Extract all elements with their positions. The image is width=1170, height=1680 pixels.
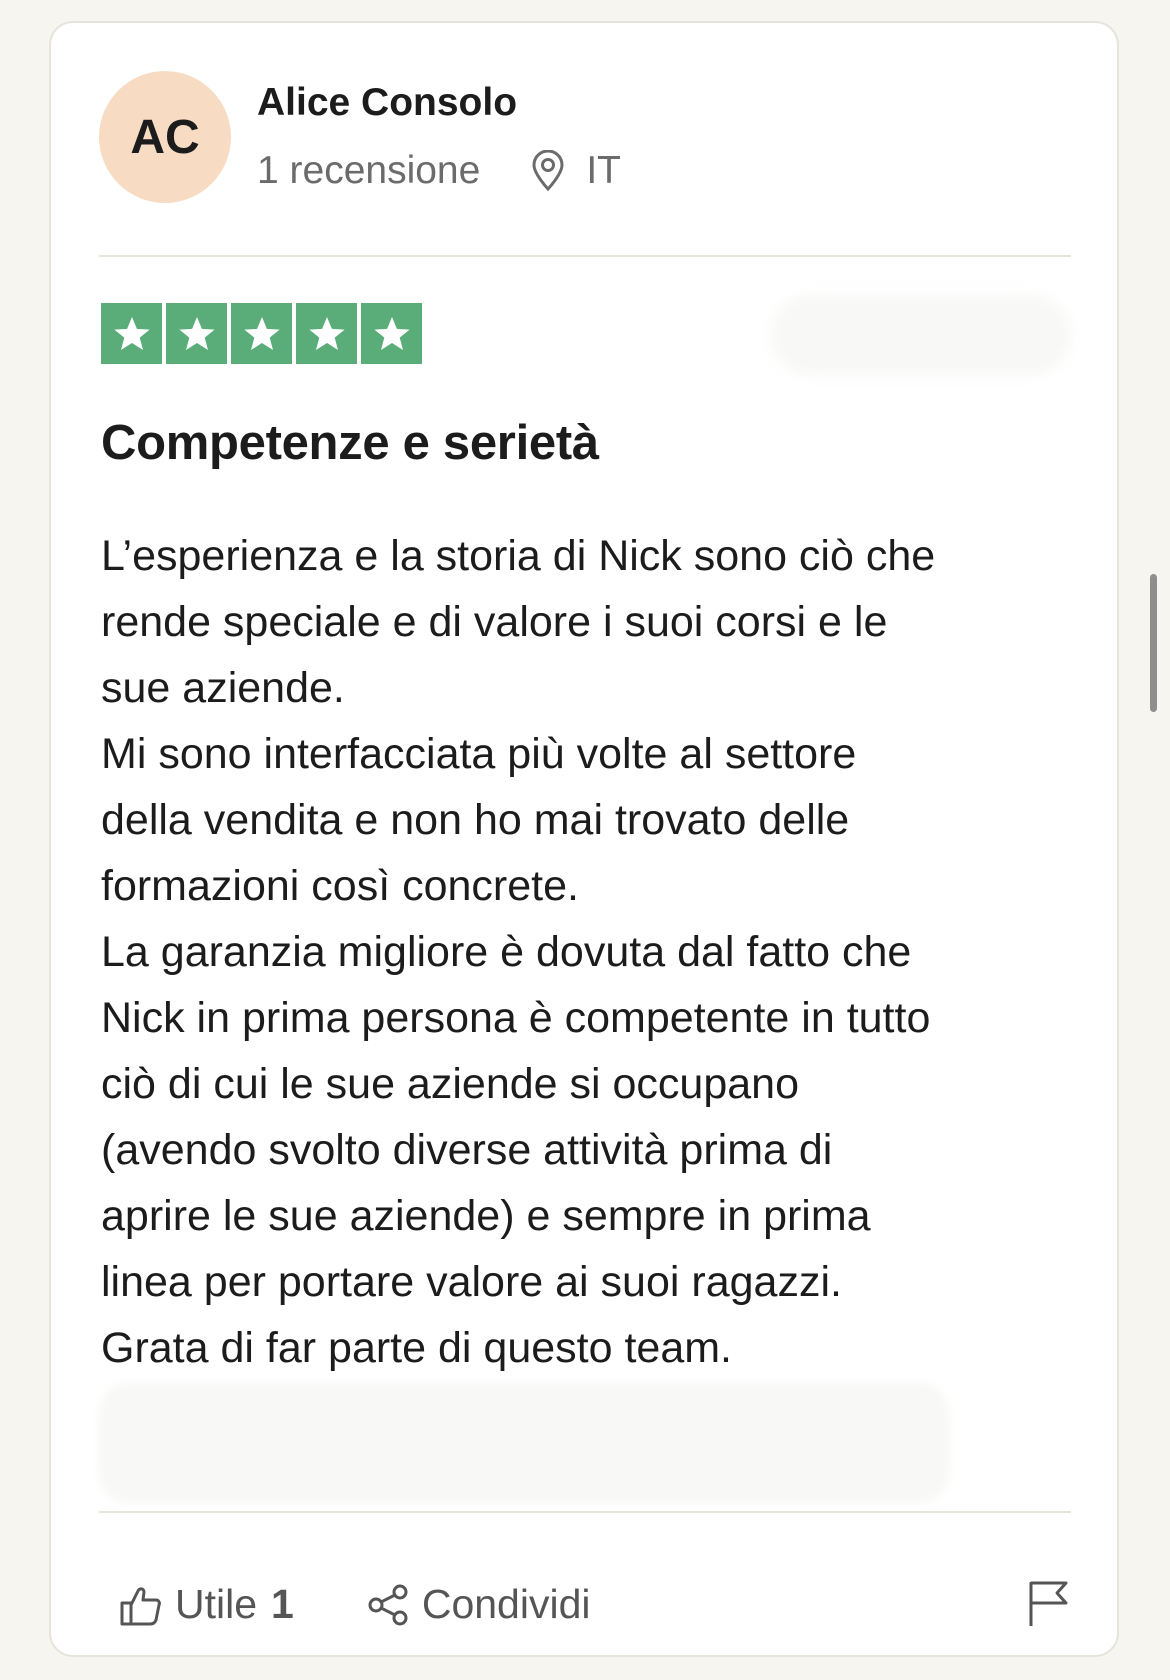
blurred-experience-date	[99, 1383, 949, 1503]
review-line: formazioni così concrete.	[101, 862, 579, 910]
share-button[interactable]: Condividi	[366, 1581, 591, 1628]
review-actions: Utile 1 Condividi	[119, 1581, 591, 1628]
review-line: linea per portare valore ai suoi ragazzi…	[101, 1258, 842, 1306]
star-icon	[296, 303, 357, 364]
star-icon	[231, 303, 292, 364]
review-line: ciò di cui le sue aziende si occupano	[101, 1060, 799, 1108]
helpful-button[interactable]: Utile 1	[119, 1581, 294, 1628]
review-line: Mi sono interfacciata più volte al setto…	[101, 730, 857, 778]
review-line: (avendo svolto diverse attività prima di	[101, 1126, 833, 1174]
reviewer-country: IT	[586, 149, 621, 192]
star-icon	[361, 303, 422, 364]
star-icon	[101, 303, 162, 364]
review-line: aprire le sue aziende) e sempre in prima	[101, 1192, 871, 1240]
star-icon	[166, 303, 227, 364]
divider-bottom	[99, 1511, 1071, 1513]
review-line: L’esperienza e la storia di Nick sono ci…	[101, 532, 936, 580]
reviews-count: 1 recensione	[257, 149, 481, 192]
review-line: Grata di far parte di questo team.	[101, 1324, 732, 1372]
review-title: Competenze e serietà	[101, 416, 599, 470]
review-line: Nick in prima persona è competente in tu…	[101, 994, 931, 1042]
share-label: Condividi	[421, 1581, 591, 1627]
reviewer-meta: 1 recensione IT	[257, 149, 621, 193]
review-line: sue aziende.	[101, 664, 345, 712]
location-pin-icon	[530, 150, 566, 192]
reviewer-name[interactable]: Alice Consolo	[257, 81, 517, 125]
scrollbar[interactable]	[1150, 574, 1157, 712]
helpful-count: 1	[271, 1581, 294, 1627]
thumbs-up-icon	[119, 1583, 163, 1627]
share-icon	[366, 1583, 410, 1627]
divider-top	[99, 255, 1071, 257]
review-line: La garanzia migliore è dovuta dal fatto …	[101, 928, 912, 976]
review-card: AC Alice Consolo 1 recensione IT Compete…	[49, 21, 1119, 1657]
flag-icon[interactable]	[1026, 1578, 1070, 1628]
review-body: L’esperienza e la storia di Nick sono ci…	[101, 523, 1091, 1381]
helpful-label: Utile	[175, 1581, 258, 1627]
star-rating	[101, 303, 422, 364]
blurred-date	[771, 295, 1071, 375]
review-line: della vendita e non ho mai trovato delle	[101, 796, 850, 844]
avatar[interactable]: AC	[99, 71, 231, 203]
review-line: rende speciale e di valore i suoi corsi …	[101, 598, 888, 646]
